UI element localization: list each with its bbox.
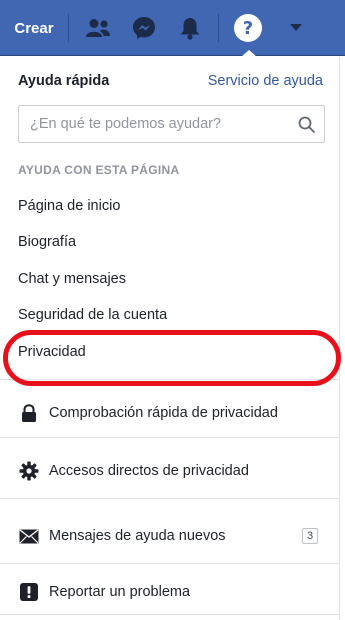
item-label: Accesos directos de privacidad xyxy=(49,463,249,479)
report-problem-item[interactable]: Reportar un problema xyxy=(0,570,340,614)
help-center-link[interactable]: Servicio de ayuda xyxy=(208,73,323,89)
lock-icon xyxy=(18,402,40,424)
alert-icon xyxy=(18,581,40,603)
divider xyxy=(0,437,340,438)
nav-separator xyxy=(218,14,219,42)
search-placeholder: ¿En qué te podemos ayudar? xyxy=(30,116,222,132)
envelope-icon xyxy=(18,525,40,547)
divider xyxy=(0,614,340,615)
dropdown-pointer xyxy=(241,50,257,57)
help-icon[interactable]: ? xyxy=(226,0,270,56)
notifications-icon[interactable] xyxy=(168,0,212,56)
create-button[interactable]: Crear xyxy=(6,0,62,56)
privacy-checkup-item[interactable]: Comprobación rápida de privacidad xyxy=(0,391,340,435)
gear-icon xyxy=(18,460,40,482)
item-label: Mensajes de ayuda nuevos xyxy=(49,528,226,544)
help-messages-item[interactable]: Mensajes de ayuda nuevos 3 xyxy=(0,514,340,558)
divider xyxy=(0,379,340,380)
help-link-seguridad[interactable]: Seguridad de la cuenta xyxy=(18,307,167,323)
help-link-inicio[interactable]: Página de inicio xyxy=(18,198,120,214)
help-link-privacidad[interactable]: Privacidad xyxy=(18,344,86,360)
privacy-shortcuts-item[interactable]: Accesos directos de privacidad xyxy=(0,449,340,493)
friends-icon[interactable] xyxy=(76,0,120,56)
dropdown-icon[interactable] xyxy=(274,0,318,56)
section-title: AYUDA CON ESTA PÁGINA xyxy=(18,163,180,177)
help-link-chat[interactable]: Chat y mensajes xyxy=(18,271,126,287)
top-navigation-bar: Crear ? xyxy=(0,0,345,56)
divider xyxy=(0,563,340,564)
help-glyph: ? xyxy=(234,14,262,42)
item-label: Reportar un problema xyxy=(49,584,191,600)
panel-header: Ayuda rápida Servicio de ayuda xyxy=(18,73,323,89)
search-icon[interactable] xyxy=(288,116,324,133)
divider xyxy=(0,498,340,499)
panel-title: Ayuda rápida xyxy=(18,73,110,89)
help-link-biografia[interactable]: Biografía xyxy=(18,234,76,250)
quick-help-panel: Ayuda rápida Servicio de ayuda ¿En qué t… xyxy=(0,57,340,620)
messenger-icon[interactable] xyxy=(122,0,166,56)
unread-count-badge: 3 xyxy=(302,528,318,544)
item-label: Comprobación rápida de privacidad xyxy=(49,405,278,421)
help-search-input[interactable]: ¿En qué te podemos ayudar? xyxy=(18,105,325,143)
nav-separator xyxy=(68,14,69,42)
